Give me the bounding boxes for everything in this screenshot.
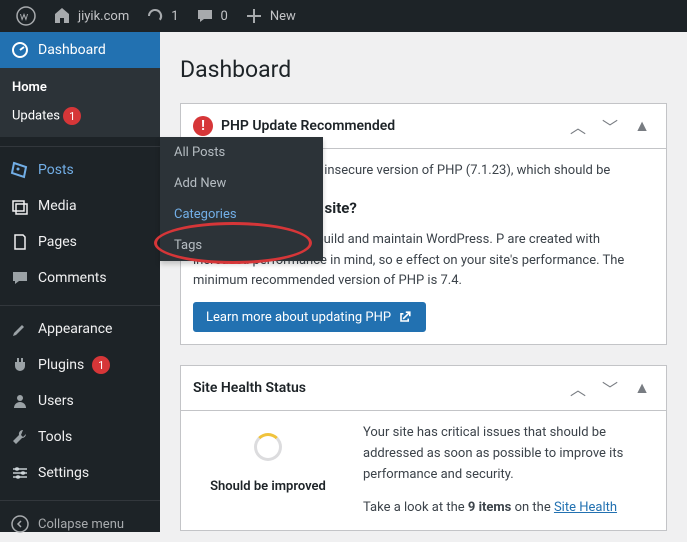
page-title: Dashboard: [180, 56, 667, 83]
panel-toggle-icon[interactable]: ▲: [630, 376, 654, 400]
flyout-add-new[interactable]: Add New: [160, 168, 323, 199]
submenu-updates[interactable]: Updates 1: [0, 101, 160, 131]
warning-icon: !: [193, 116, 213, 136]
panel-up-icon[interactable]: ︿: [566, 376, 590, 400]
learn-more-button[interactable]: Learn more about updating PHP: [193, 302, 426, 332]
submenu-home[interactable]: Home: [0, 74, 160, 101]
menu-tools[interactable]: Tools: [0, 419, 160, 455]
flyout-all-posts[interactable]: All Posts: [160, 137, 323, 168]
posts-flyout: All Posts Add New Categories Tags: [160, 137, 323, 261]
menu-users[interactable]: Users: [0, 383, 160, 419]
health-panel-title: Site Health Status: [193, 380, 558, 396]
menu-comments[interactable]: Comments: [0, 260, 160, 296]
flyout-tags[interactable]: Tags: [160, 230, 323, 261]
menu-pages[interactable]: Pages: [0, 224, 160, 260]
menu-media[interactable]: Media: [0, 188, 160, 224]
menu-dashboard[interactable]: Dashboard: [0, 32, 160, 68]
comments-link[interactable]: 0: [187, 0, 236, 32]
loading-spinner-icon: [254, 433, 282, 461]
site-link[interactable]: jiyik.com: [44, 0, 137, 32]
menu-appearance[interactable]: Appearance: [0, 311, 160, 347]
updates-link[interactable]: 1: [137, 0, 186, 32]
health-status-text: Should be improved: [193, 477, 343, 498]
panel-toggle-icon[interactable]: ▲: [630, 114, 654, 138]
panel-down-icon[interactable]: ﹀: [598, 376, 622, 400]
health-message: Your site has critical issues that shoul…: [363, 423, 654, 485]
site-health-link[interactable]: Site Health: [554, 500, 617, 515]
panel-down-icon[interactable]: ﹀: [598, 114, 622, 138]
health-look-text: Take a look at the 9 items on the Site H…: [363, 498, 654, 519]
menu-plugins[interactable]: Plugins 1: [0, 347, 160, 383]
new-link[interactable]: New: [236, 0, 304, 32]
php-panel-title: PHP Update Recommended: [221, 118, 558, 134]
collapse-menu[interactable]: Collapse menu: [0, 506, 160, 542]
flyout-categories[interactable]: Categories: [160, 199, 323, 230]
site-health-panel: Site Health Status ︿ ﹀ ▲ Should be impro…: [180, 365, 667, 531]
panel-up-icon[interactable]: ︿: [566, 114, 590, 138]
menu-settings[interactable]: Settings: [0, 455, 160, 491]
wp-logo[interactable]: [8, 0, 44, 32]
menu-posts[interactable]: Posts: [0, 152, 160, 188]
